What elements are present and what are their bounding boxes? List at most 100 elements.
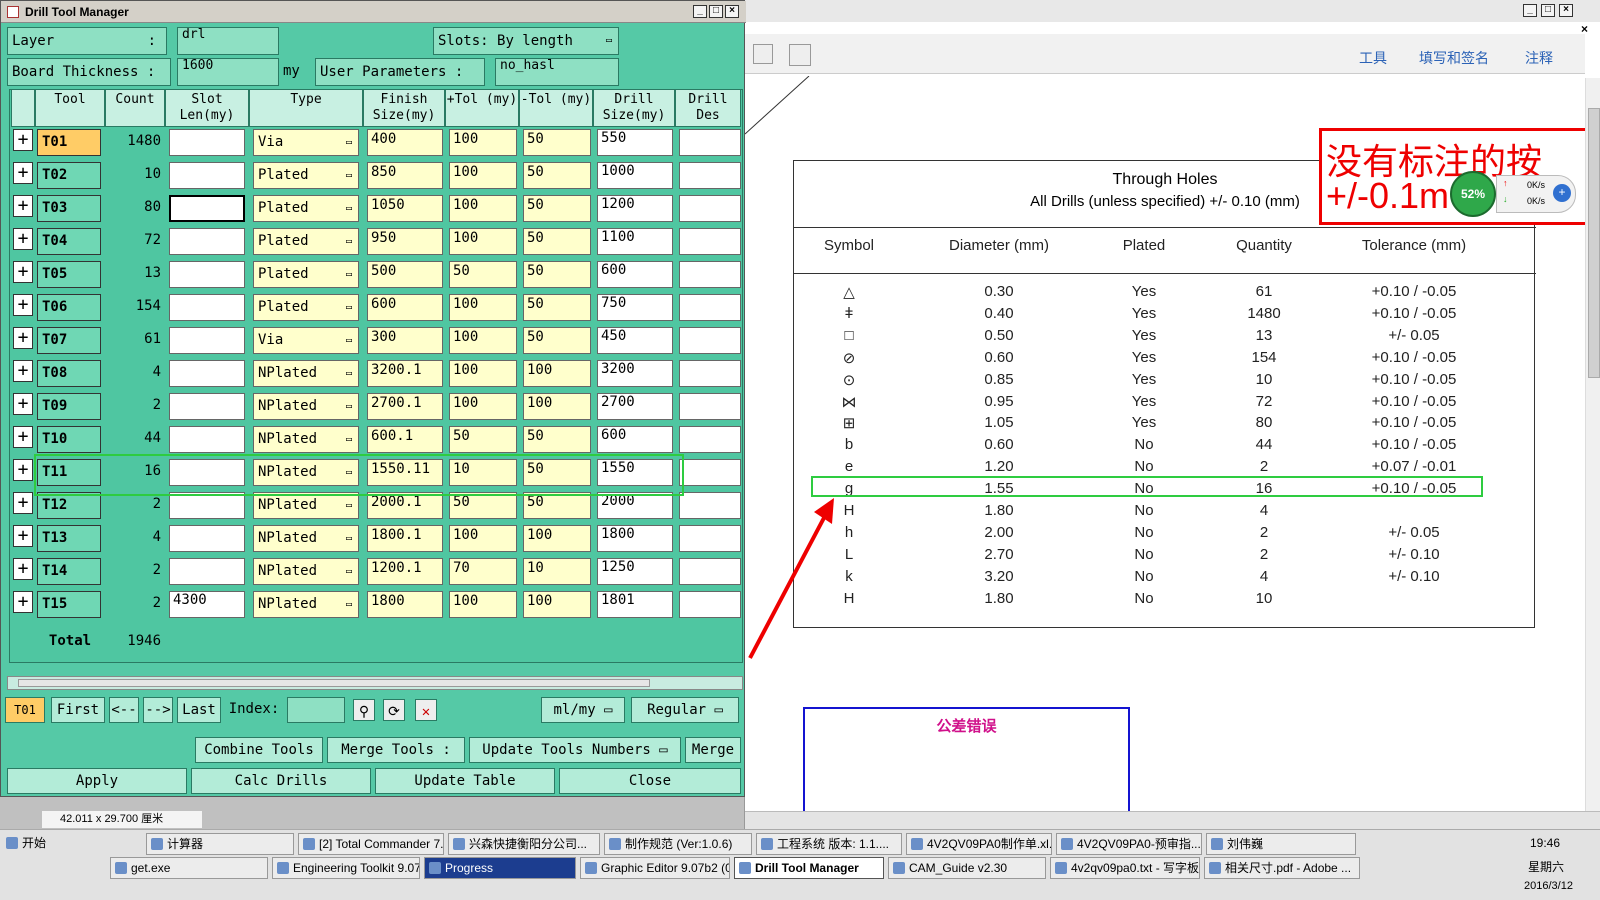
expand-row-icon[interactable]: +	[13, 228, 33, 250]
finish-size-input[interactable]: 1800.1	[367, 525, 443, 552]
taskbar-item[interactable]: 4V2QV09PA0-预审指...	[1056, 833, 1202, 855]
tool-name[interactable]: T14	[37, 558, 101, 585]
minus-tol-input[interactable]: 50	[523, 426, 591, 453]
finish-size-input[interactable]: 850	[367, 162, 443, 189]
drill-size-input[interactable]: 550	[597, 129, 673, 156]
type-select[interactable]: Plated	[253, 228, 359, 255]
drill-des-input[interactable]	[679, 492, 741, 519]
start-button[interactable]: 开始	[2, 833, 54, 855]
drill-des-input[interactable]	[679, 393, 741, 420]
drill-des-input[interactable]	[679, 525, 741, 552]
taskbar-item[interactable]: Drill Tool Manager	[734, 857, 884, 879]
expand-row-icon[interactable]: +	[13, 393, 33, 415]
slot-length-input[interactable]	[169, 261, 245, 288]
finish-size-input[interactable]: 400	[367, 129, 443, 156]
type-select[interactable]: NPlated	[253, 426, 359, 453]
type-select[interactable]: NPlated	[253, 525, 359, 552]
taskbar-item[interactable]: Graphic Editor 9.07b2 (0...	[580, 857, 730, 879]
update-tools-numbers-select[interactable]: Update Tools Numbers ▭	[469, 737, 681, 763]
finish-size-input[interactable]: 1050	[367, 195, 443, 222]
slot-length-input[interactable]	[169, 525, 245, 552]
slot-length-input[interactable]	[169, 492, 245, 519]
slot-length-input[interactable]	[169, 162, 245, 189]
drill-des-input[interactable]	[679, 162, 741, 189]
plus-tol-input[interactable]: 50	[449, 492, 517, 519]
minus-tol-input[interactable]: 50	[523, 129, 591, 156]
taskbar-item[interactable]: 制作规范 (Ver:1.0.6)	[604, 833, 752, 855]
index-input[interactable]	[287, 697, 345, 723]
drill-size-input[interactable]: 600	[597, 426, 673, 453]
tool-name[interactable]: T12	[37, 492, 101, 519]
finish-size-input[interactable]: 1800	[367, 591, 443, 618]
minus-tol-input[interactable]: 50	[523, 492, 591, 519]
type-select[interactable]: NPlated	[253, 492, 359, 519]
minus-tol-input[interactable]: 50	[523, 327, 591, 354]
drill-size-input[interactable]: 1200	[597, 195, 673, 222]
expand-row-icon[interactable]: +	[13, 459, 33, 481]
taskbar-item[interactable]: 计算器	[146, 833, 294, 855]
taskbar-item[interactable]: Engineering Toolkit 9.07...	[272, 857, 420, 879]
calc-drills-button[interactable]: Calc Drills	[191, 768, 371, 794]
drill-des-input[interactable]	[679, 327, 741, 354]
tool-name[interactable]: T07	[37, 327, 101, 354]
expand-row-icon[interactable]: +	[13, 162, 33, 184]
tool-name[interactable]: T09	[37, 393, 101, 420]
type-select[interactable]: Plated	[253, 294, 359, 321]
slot-length-input[interactable]	[169, 327, 245, 354]
slots-select[interactable]: Slots: By length ▭	[433, 27, 619, 55]
taskbar-item[interactable]: 刘伟巍	[1206, 833, 1356, 855]
type-select[interactable]: Via	[253, 129, 359, 156]
slot-length-input[interactable]	[169, 228, 245, 255]
expand-row-icon[interactable]: +	[13, 558, 33, 580]
drill-des-input[interactable]	[679, 129, 741, 156]
minus-tol-input[interactable]: 50	[523, 162, 591, 189]
plus-icon[interactable]: +	[1553, 184, 1571, 202]
expand-row-icon[interactable]: +	[13, 327, 33, 349]
expand-row-icon[interactable]: +	[13, 261, 33, 283]
slot-length-input[interactable]	[169, 129, 245, 156]
tool-name[interactable]: T04	[37, 228, 101, 255]
drill-des-input[interactable]	[679, 558, 741, 585]
drill-size-input[interactable]: 450	[597, 327, 673, 354]
minus-tol-input[interactable]: 100	[523, 360, 591, 387]
dtm-minimize-icon[interactable]: _	[693, 5, 707, 18]
slot-length-input[interactable]	[169, 195, 245, 222]
slot-length-input[interactable]	[169, 294, 245, 321]
drill-des-input[interactable]	[679, 195, 741, 222]
drill-des-input[interactable]	[679, 294, 741, 321]
plus-tol-input[interactable]: 100	[449, 228, 517, 255]
expand-row-icon[interactable]: +	[13, 492, 33, 514]
table-hscroll[interactable]	[7, 676, 743, 690]
tool-name[interactable]: T01	[37, 129, 101, 156]
tool-name[interactable]: T08	[37, 360, 101, 387]
plus-tol-input[interactable]: 50	[449, 426, 517, 453]
slot-length-input[interactable]	[169, 426, 245, 453]
expand-row-icon[interactable]: +	[13, 591, 33, 613]
expand-row-icon[interactable]: +	[13, 195, 33, 217]
type-select[interactable]: Via	[253, 327, 359, 354]
plus-tol-input[interactable]: 100	[449, 294, 517, 321]
drill-size-input[interactable]: 1000	[597, 162, 673, 189]
merge-button[interactable]: Merge	[685, 737, 741, 763]
finish-size-input[interactable]: 1200.1	[367, 558, 443, 585]
drill-des-input[interactable]	[679, 426, 741, 453]
units-select[interactable]: ml/my ▭	[541, 697, 625, 723]
drill-size-input[interactable]: 2000	[597, 492, 673, 519]
slot-length-input[interactable]	[169, 360, 245, 387]
drill-des-input[interactable]	[679, 459, 741, 486]
expand-icon[interactable]	[789, 44, 811, 66]
board-thickness-value[interactable]: 1600	[177, 58, 279, 86]
plus-tol-input[interactable]: 100	[449, 129, 517, 156]
dtm-close-icon[interactable]: ×	[725, 5, 739, 18]
drill-size-input[interactable]: 3200	[597, 360, 673, 387]
drill-des-input[interactable]	[679, 261, 741, 288]
plus-tol-input[interactable]: 100	[449, 525, 517, 552]
type-select[interactable]: NPlated	[253, 591, 359, 618]
plus-tol-input[interactable]: 70	[449, 558, 517, 585]
drill-size-input[interactable]: 1250	[597, 558, 673, 585]
comment-tab[interactable]: 注释	[1525, 48, 1553, 68]
type-select[interactable]: NPlated	[253, 360, 359, 387]
finish-size-input[interactable]: 300	[367, 327, 443, 354]
expand-row-icon[interactable]: +	[13, 426, 33, 448]
minimize-icon[interactable]: _	[1523, 4, 1537, 17]
